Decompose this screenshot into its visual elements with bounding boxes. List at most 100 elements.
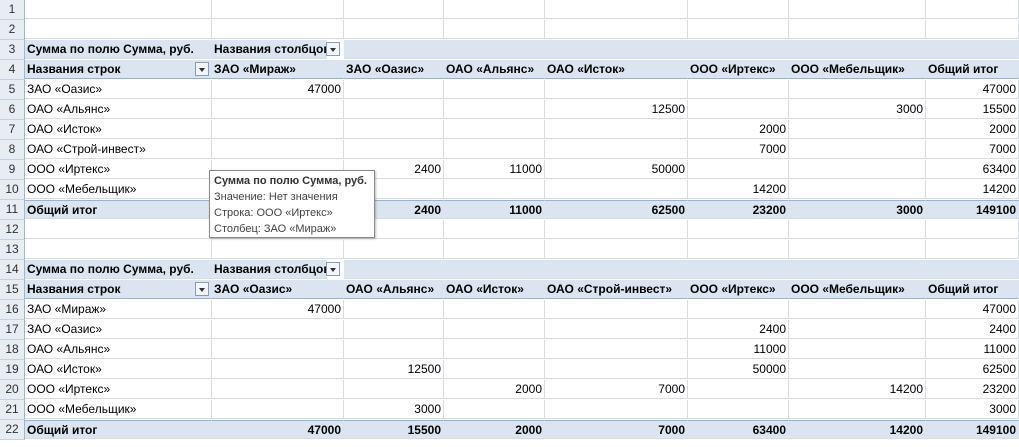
pivot-value-cell[interactable]: 14200 [926, 180, 1019, 199]
pivot-grand-total-cell[interactable]: 15500 [344, 420, 444, 439]
pivot-value-cell[interactable] [789, 80, 926, 99]
pivot-value-cell[interactable]: 7000 [926, 140, 1019, 159]
pivot-value-cell[interactable] [444, 140, 545, 159]
empty-cell[interactable] [545, 20, 688, 39]
empty-cell[interactable] [789, 240, 926, 259]
pivot-value-cell[interactable]: 23200 [926, 380, 1019, 399]
pivot-value-cell[interactable]: 2000 [688, 120, 789, 139]
pivot-value-cell[interactable] [789, 340, 926, 359]
row-header[interactable]: 1 [0, 0, 25, 20]
pivot-value-cell[interactable] [789, 300, 926, 319]
empty-cell[interactable] [25, 0, 212, 19]
pivot-value-cell[interactable] [444, 300, 545, 319]
pivot-value-cell[interactable]: 12500 [545, 100, 688, 119]
pivot-row-label[interactable]: ОАО «Исток» [25, 120, 212, 139]
pivot-value-cell[interactable]: 7000 [688, 140, 789, 159]
pivot-value-cell[interactable]: 47000 [926, 80, 1019, 99]
row-header[interactable]: 5 [0, 80, 25, 100]
empty-cell[interactable] [444, 0, 545, 19]
pivot-value-cell[interactable]: 15500 [926, 100, 1019, 119]
empty-cell[interactable] [688, 0, 789, 19]
pivot-column-header[interactable]: Общий итог [926, 60, 1019, 79]
pivot-value-cell[interactable]: 47000 [212, 300, 344, 319]
pivot-value-cell[interactable] [789, 320, 926, 339]
empty-cell[interactable] [789, 0, 926, 19]
pivot-row-label[interactable]: ООО «Мебельщик» [25, 400, 212, 419]
empty-cell[interactable] [688, 220, 789, 239]
pivot-row-label[interactable]: ООО «Иртекс» [25, 380, 212, 399]
pivot-column-header[interactable]: ОАО «Альянс» [444, 60, 545, 79]
pivot-column-header[interactable]: Общий итог [926, 280, 1019, 299]
pivot-value-cell[interactable] [212, 100, 344, 119]
row-header[interactable]: 18 [0, 340, 25, 360]
pivot-grand-total-cell[interactable]: 47000 [212, 420, 344, 439]
pivot-row-label[interactable]: ОАО «Исток» [25, 360, 212, 379]
pivot-value-cell[interactable] [344, 340, 444, 359]
row-header[interactable]: 22 [0, 420, 25, 440]
pivot-value-cell[interactable] [545, 300, 688, 319]
row-header[interactable]: 20 [0, 380, 25, 400]
row-header[interactable]: 2 [0, 20, 25, 40]
pivot-value-cell[interactable] [212, 320, 344, 339]
pivot-value-cell[interactable]: 63400 [926, 160, 1019, 179]
empty-cell[interactable] [926, 0, 1019, 19]
row-filter-dropdown-icon[interactable] [195, 62, 209, 76]
pivot-row-labels-header[interactable]: Названия строк [25, 280, 212, 299]
empty-cell[interactable] [25, 220, 212, 239]
empty-cell[interactable] [444, 20, 545, 39]
pivot-grand-total-cell[interactable]: 62500 [545, 200, 688, 219]
pivot-value-cell[interactable] [688, 80, 789, 99]
pivot-value-cell[interactable] [212, 380, 344, 399]
pivot-value-cell[interactable]: 47000 [926, 300, 1019, 319]
pivot-value-cell[interactable] [212, 360, 344, 379]
pivot-value-cell[interactable] [212, 340, 344, 359]
pivot-value-cell[interactable]: 14200 [688, 180, 789, 199]
pivot-column-header[interactable]: ЗАО «Мираж» [212, 60, 344, 79]
empty-cell[interactable] [545, 0, 688, 19]
row-header[interactable]: 19 [0, 360, 25, 380]
pivot-value-cell[interactable] [789, 140, 926, 159]
pivot-column-header[interactable]: ЗАО «Оазис» [344, 60, 444, 79]
pivot-value-cell[interactable] [344, 120, 444, 139]
empty-cell[interactable] [926, 220, 1019, 239]
pivot-column-header[interactable]: ООО «Мебельщик» [789, 280, 926, 299]
pivot-value-cell[interactable] [789, 180, 926, 199]
pivot-value-cell[interactable]: 2400 [926, 320, 1019, 339]
pivot-row-label[interactable]: ОАО «Альянс» [25, 100, 212, 119]
pivot-data-field-label[interactable]: Сумма по полю Сумма, руб. [25, 40, 212, 59]
pivot-value-cell[interactable]: 3000 [926, 400, 1019, 419]
pivot-row-label[interactable]: ООО «Мебельщик» [25, 180, 212, 199]
pivot-value-cell[interactable]: 2400 [688, 320, 789, 339]
pivot-grand-total-cell[interactable]: 3000 [789, 200, 926, 219]
empty-cell[interactable] [25, 20, 212, 39]
pivot-value-cell[interactable] [545, 320, 688, 339]
empty-cell[interactable] [926, 20, 1019, 39]
pivot-value-cell[interactable]: 7000 [545, 380, 688, 399]
pivot-row-label[interactable]: ОАО «Альянс» [25, 340, 212, 359]
pivot-grand-total-cell[interactable]: 63400 [688, 420, 789, 439]
pivot-value-cell[interactable] [688, 160, 789, 179]
pivot-column-header[interactable]: ОАО «Исток» [444, 280, 545, 299]
row-header[interactable]: 12 [0, 220, 25, 240]
pivot-grand-total-cell[interactable]: 11000 [444, 200, 545, 219]
pivot-row-label[interactable]: ОАО «Строй-инвест» [25, 140, 212, 159]
row-header[interactable]: 7 [0, 120, 25, 140]
empty-cell[interactable] [212, 20, 344, 39]
pivot-column-header[interactable]: ООО «Иртекс» [688, 280, 789, 299]
pivot-column-labels-header[interactable]: Названия столбцов [212, 40, 327, 59]
pivot-value-cell[interactable] [444, 340, 545, 359]
pivot-value-cell[interactable] [545, 120, 688, 139]
row-header[interactable]: 11 [0, 200, 25, 220]
pivot-row-labels-header[interactable]: Названия строк [25, 60, 212, 79]
row-header[interactable]: 16 [0, 300, 25, 320]
row-filter-dropdown-icon[interactable] [195, 282, 209, 296]
empty-cell[interactable] [25, 240, 212, 259]
pivot-column-header[interactable]: ЗАО «Оазис» [212, 280, 344, 299]
pivot-value-cell[interactable] [344, 380, 444, 399]
empty-cell[interactable] [789, 20, 926, 39]
pivot-value-cell[interactable] [688, 400, 789, 419]
pivot-row-label[interactable]: ЗАО «Оазис» [25, 320, 212, 339]
pivot-value-cell[interactable] [545, 180, 688, 199]
pivot-value-cell[interactable] [688, 100, 789, 119]
row-header[interactable]: 14 [0, 260, 25, 280]
